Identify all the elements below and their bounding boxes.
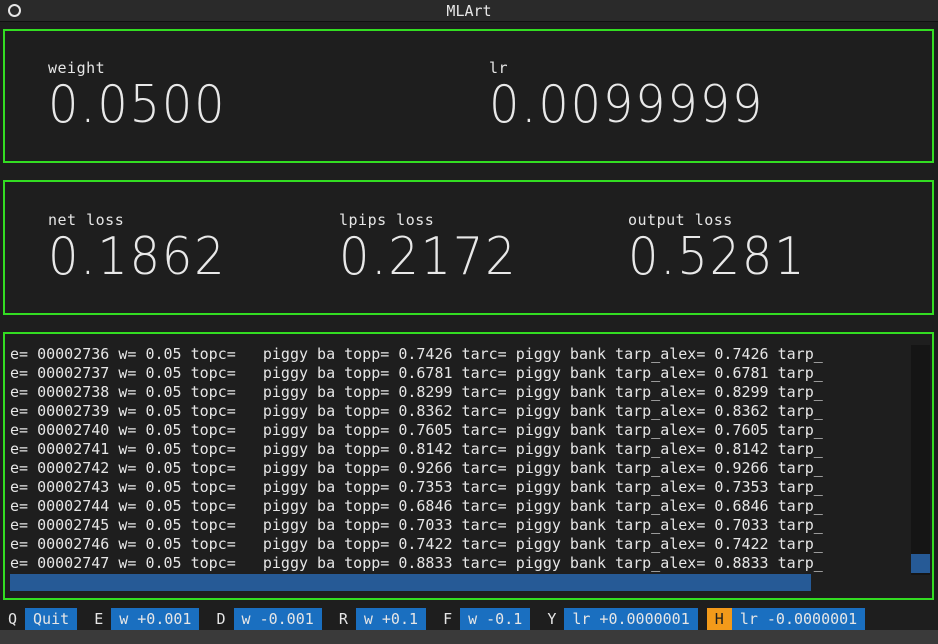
net-loss-value: 0.1862 <box>48 227 227 287</box>
vertical-scrollbar[interactable] <box>911 345 930 575</box>
log-output[interactable]: e= 00002736 w= 0.05 topc= piggy ba topp=… <box>10 345 915 573</box>
lpips-loss-metric: lpips loss 0.2172 <box>339 211 533 283</box>
log-line: e= 00002740 w= 0.05 topc= piggy ba topp=… <box>10 421 823 439</box>
output-loss-metric: output loss 0.5281 <box>628 211 822 283</box>
lpips-loss-value: 0.2172 <box>339 227 518 287</box>
log-line: e= 00002747 w= 0.05 topc= piggy ba topp=… <box>10 554 823 572</box>
log-panel[interactable]: e= 00002736 w= 0.05 topc= piggy ba topp=… <box>3 332 934 600</box>
key-bindings-footer: Q Quit Ew +0.001 Dw -0.001 Rw +0.1 Fw -0.… <box>0 608 938 630</box>
lr-metric: lr 0.0099999 <box>489 59 788 131</box>
output-loss-value: 0.5281 <box>628 227 807 287</box>
lr-decrease-button[interactable]: lr -0.0000001 <box>731 608 866 630</box>
key-quit[interactable]: Q <box>0 608 26 630</box>
loss-panel: net loss 0.1862 lpips loss 0.2172 output… <box>3 180 934 315</box>
key-weight-down-large[interactable]: F <box>435 608 461 630</box>
key-lr-down[interactable]: H <box>706 608 732 630</box>
key-lr-up[interactable]: Y <box>539 608 565 630</box>
lr-increase-button[interactable]: lr +0.0000001 <box>564 608 698 630</box>
params-panel: weight 0.0500 lr 0.0099999 <box>3 29 934 163</box>
log-line: e= 00002746 w= 0.05 topc= piggy ba topp=… <box>10 535 823 553</box>
horizontal-scroll-thumb[interactable] <box>10 574 811 591</box>
log-line: e= 00002741 w= 0.05 topc= piggy ba topp=… <box>10 440 823 458</box>
weight-metric: weight 0.0500 <box>48 59 242 131</box>
lr-value: 0.0099999 <box>489 75 765 135</box>
log-line: e= 00002736 w= 0.05 topc= piggy ba topp=… <box>10 345 823 363</box>
log-line: e= 00002743 w= 0.05 topc= piggy ba topp=… <box>10 478 823 496</box>
key-weight-down-small[interactable]: D <box>208 608 234 630</box>
weight-decrease-0.1-button[interactable]: w -0.1 <box>460 608 531 630</box>
log-line: e= 00002737 w= 0.05 topc= piggy ba topp=… <box>10 364 823 382</box>
weight-increase-0.1-button[interactable]: w +0.1 <box>355 608 427 630</box>
log-line: e= 00002745 w= 0.05 topc= piggy ba topp=… <box>10 516 823 534</box>
log-line: e= 00002738 w= 0.05 topc= piggy ba topp=… <box>10 383 823 401</box>
weight-increase-0.001-button[interactable]: w +0.001 <box>111 608 200 630</box>
title-bar: MLArt <box>0 0 938 22</box>
weight-decrease-0.001-button[interactable]: w -0.001 <box>233 608 322 630</box>
bottom-strip <box>0 630 938 644</box>
window-title: MLArt <box>446 2 492 20</box>
log-line: e= 00002744 w= 0.05 topc= piggy ba topp=… <box>10 497 823 515</box>
weight-value: 0.0500 <box>48 75 227 135</box>
key-weight-up-small[interactable]: E <box>86 608 112 630</box>
quit-button[interactable]: Quit <box>25 608 78 630</box>
vertical-scroll-thumb[interactable] <box>911 554 930 573</box>
net-loss-metric: net loss 0.1862 <box>48 211 242 283</box>
log-line: e= 00002739 w= 0.05 topc= piggy ba topp=… <box>10 402 823 420</box>
key-weight-up-large[interactable]: R <box>330 608 356 630</box>
log-line: e= 00002742 w= 0.05 topc= piggy ba topp=… <box>10 459 823 477</box>
